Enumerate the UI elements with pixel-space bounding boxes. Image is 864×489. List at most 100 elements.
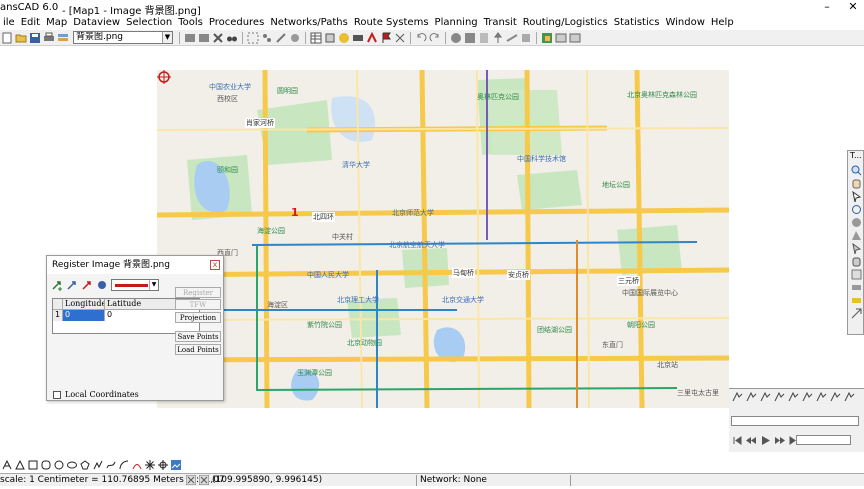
select-point-icon[interactable] [261, 32, 273, 44]
block-icon[interactable] [851, 282, 862, 293]
menu-item-dataview[interactable]: Dataview [70, 17, 123, 28]
stack-tool-icon[interactable] [520, 32, 532, 44]
menu-item-tools[interactable]: Tools [175, 17, 206, 28]
dialog-close-button[interactable]: x [210, 260, 220, 270]
info-icon[interactable] [851, 269, 862, 280]
rectangle-tool-icon[interactable] [464, 32, 476, 44]
map-window-icon[interactable] [184, 32, 196, 44]
save-icon[interactable] [29, 32, 41, 44]
legend-icon[interactable] [555, 32, 567, 44]
menu-item-networks-paths[interactable]: Networks/Paths [267, 17, 351, 28]
coordinate-lock-icon[interactable] [198, 474, 210, 489]
close-window-button[interactable]: ✕ [842, 0, 864, 14]
local-coordinates-checkbox[interactable]: Local Coordinates [53, 390, 139, 399]
network-icon[interactable] [394, 32, 406, 44]
close-tool-icon[interactable] [212, 32, 224, 44]
binoculars-icon[interactable] [226, 32, 238, 44]
minimize-button[interactable]: – [816, 0, 838, 14]
registration-point-marker[interactable] [157, 70, 171, 84]
move-point-icon[interactable] [66, 279, 78, 291]
shape-tool-icon[interactable] [802, 391, 813, 402]
menu-item-transit[interactable]: Transit [481, 17, 520, 28]
timeline-slider[interactable] [731, 416, 859, 426]
polyline-tool-icon[interactable] [93, 460, 103, 470]
dataview-icon[interactable] [198, 32, 210, 44]
new-file-icon[interactable] [1, 32, 13, 44]
link-tool-icon[interactable] [746, 391, 757, 402]
symbol-tool-icon[interactable] [157, 460, 168, 470]
circle-icon[interactable] [851, 217, 862, 228]
delete-point-icon[interactable] [81, 279, 93, 291]
print-icon[interactable] [43, 32, 55, 44]
zoom-in-icon[interactable] [851, 165, 862, 176]
refresh-icon[interactable] [851, 204, 862, 215]
pointer-icon[interactable] [851, 190, 862, 203]
theme-icon[interactable] [338, 32, 350, 44]
menu-item-map[interactable]: Map [43, 17, 70, 28]
layers-icon[interactable] [57, 32, 69, 44]
shape-icon[interactable] [851, 230, 862, 241]
point-style-icon[interactable] [96, 279, 108, 291]
save-points-button[interactable]: Save Points [175, 331, 221, 342]
add-point-icon[interactable] [51, 279, 63, 291]
curve-tool-icon[interactable] [132, 460, 142, 470]
open-folder-icon[interactable] [15, 32, 27, 44]
point-color-picker[interactable]: ▼ [111, 279, 159, 291]
pin-tool-icon[interactable] [492, 31, 504, 44]
hand-select-icon[interactable] [851, 256, 862, 267]
menu-item-selection[interactable]: Selection [123, 17, 175, 28]
fast-forward-icon[interactable] [774, 435, 785, 446]
menu-item-route-systems[interactable]: Route Systems [351, 17, 432, 28]
rewind-icon[interactable] [746, 435, 757, 446]
line-tool-icon[interactable] [788, 391, 799, 402]
pan-hand-icon[interactable] [851, 178, 862, 189]
style-icon[interactable] [324, 32, 336, 44]
rounded-rect-tool-icon[interactable] [41, 460, 51, 470]
checkbox-box[interactable] [53, 390, 61, 399]
merge-tool-icon[interactable] [844, 391, 855, 402]
skip-back-icon[interactable] [732, 435, 743, 446]
menu-item-edit[interactable]: Edit [18, 17, 43, 28]
star-tool-icon[interactable] [144, 460, 155, 470]
table-icon[interactable] [310, 32, 322, 44]
redo-icon[interactable] [429, 32, 441, 44]
map-canvas[interactable]: 中国农业大学 西校区 肖家河桥 圆明园 清华大学 颐和园 北四环 海淀公园 中关村 北京师范大学北… [157, 70, 729, 408]
load-points-button[interactable]: Load Points [175, 344, 221, 355]
square-tool-icon[interactable] [28, 460, 38, 470]
arrow-tool-icon[interactable] [851, 308, 862, 319]
image-tool-icon[interactable] [170, 460, 181, 470]
polygon-tool-icon[interactable] [79, 460, 90, 470]
undo-icon[interactable] [415, 32, 427, 44]
tfw-button[interactable]: TFW [175, 299, 221, 310]
arc-tool-icon[interactable] [119, 460, 129, 470]
export-icon[interactable] [569, 32, 581, 44]
label-tool-icon[interactable] [851, 295, 862, 306]
menu-item-routing-logistics[interactable]: Routing/Logistics [520, 17, 611, 28]
select-area-icon[interactable] [247, 32, 259, 44]
split-tool-icon[interactable] [830, 391, 841, 402]
route-icon[interactable] [366, 31, 378, 44]
select-link-icon[interactable] [275, 32, 287, 44]
select-pointer-icon[interactable] [851, 242, 862, 255]
pointer-tool-icon[interactable] [732, 391, 743, 402]
label-icon[interactable] [352, 32, 364, 44]
projection-button[interactable]: Projection [175, 312, 221, 323]
dialog-title-bar[interactable]: Register Image 背景图.png x [47, 256, 223, 274]
text-tool-icon[interactable] [2, 459, 12, 470]
menu-item-planning[interactable]: Planning [432, 17, 481, 28]
circle-tool-icon[interactable] [450, 32, 462, 44]
map-layers-icon[interactable] [541, 32, 553, 44]
menu-item-window[interactable]: Window [662, 17, 707, 28]
ellipse-tool-icon[interactable] [66, 460, 77, 470]
scale-dropdown-icon[interactable] [185, 474, 197, 489]
info-tool-icon[interactable] [478, 32, 490, 44]
freehand-tool-icon[interactable] [106, 460, 116, 470]
flag-icon[interactable] [380, 32, 392, 44]
longitude-cell[interactable]: 0 [63, 310, 105, 321]
play-icon[interactable] [760, 435, 771, 446]
edit-tool-icon[interactable] [816, 391, 827, 402]
menu-item-statistics[interactable]: Statistics [611, 17, 663, 28]
menu-item-procedures[interactable]: Procedures [206, 17, 267, 28]
node-tool-icon[interactable] [760, 391, 771, 402]
measure-tool-icon[interactable] [506, 32, 518, 44]
